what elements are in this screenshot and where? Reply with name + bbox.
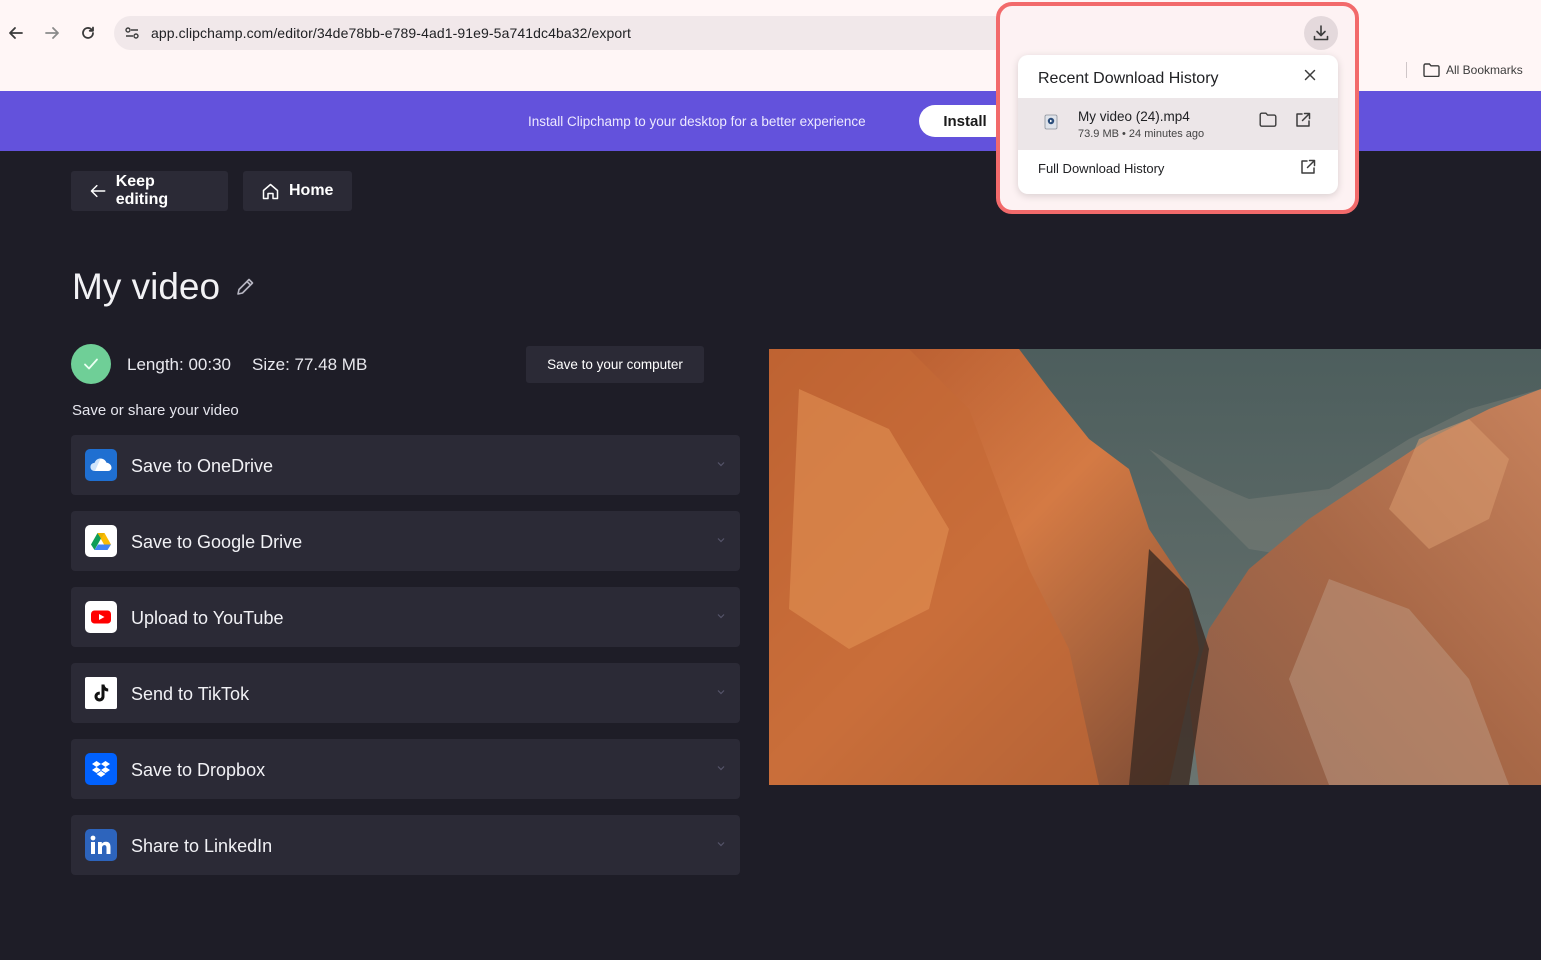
share-item-label: Send to TikTok	[131, 684, 250, 704]
chevron-down-icon	[716, 839, 726, 849]
install-banner-message: Install Clipchamp to your desktop for a …	[528, 114, 866, 129]
share-item-label: Save to Google Drive	[131, 532, 303, 552]
keep-editing-button[interactable]: Keep editing	[71, 171, 228, 211]
close-icon	[1304, 69, 1316, 81]
url-text[interactable]: app.clipchamp.com/editor/34de78bb-e789-4…	[151, 25, 631, 41]
arrow-right-icon	[45, 27, 59, 39]
chevron-down-icon	[716, 687, 726, 697]
video-title: My video	[72, 266, 221, 307]
show-in-folder-button[interactable]	[1259, 112, 1277, 127]
youtube-icon	[85, 601, 117, 633]
close-popup-button[interactable]	[1304, 69, 1316, 81]
share-item-dropbox[interactable]: Save to Dropbox	[71, 739, 740, 799]
share-item-label: Save to OneDrive	[131, 456, 274, 476]
popup-title: Recent Download History	[1038, 70, 1219, 87]
share-item-linkedin[interactable]: Share to LinkedIn	[71, 815, 740, 875]
keep-editing-label: Keep editing	[115, 173, 169, 208]
folder-icon	[1423, 63, 1440, 77]
pencil-icon	[237, 278, 254, 295]
share-section-label: Save or share your video	[72, 402, 239, 419]
back-button[interactable]	[5, 22, 27, 44]
dropbox-icon	[85, 753, 117, 785]
home-label: Home	[289, 182, 334, 199]
forward-button[interactable]	[41, 22, 63, 44]
share-item-onedrive[interactable]: Save to OneDrive	[71, 435, 740, 495]
reload-icon	[82, 26, 94, 39]
onedrive-icon	[85, 449, 117, 481]
site-settings-icon[interactable]	[124, 25, 140, 46]
download-file-name: My video (24).mp4	[1078, 109, 1190, 124]
share-item-google-drive[interactable]: Save to Google Drive	[71, 511, 740, 571]
share-options-list: Save to OneDrive Save to Google Drive Up…	[71, 435, 740, 891]
folder-icon	[1259, 112, 1277, 127]
full-download-history-link[interactable]: Full Download History	[1038, 161, 1164, 176]
open-external-icon	[1296, 112, 1311, 127]
bookmarks-divider	[1406, 62, 1407, 78]
chevron-down-icon	[716, 535, 726, 545]
google-drive-icon	[85, 525, 117, 557]
share-item-label: Upload to YouTube	[131, 608, 284, 628]
arrow-left-icon	[9, 27, 23, 39]
bookmarks-bar: All Bookmarks	[1406, 60, 1523, 80]
download-icon	[1313, 25, 1329, 41]
open-external-icon[interactable]	[1300, 159, 1316, 175]
chevron-down-icon	[716, 763, 726, 773]
share-item-label: Share to LinkedIn	[131, 836, 273, 856]
home-button[interactable]: Home	[243, 171, 352, 211]
download-file-meta: 73.9 MB • 24 minutes ago	[1078, 128, 1205, 140]
chevron-down-icon	[716, 611, 726, 621]
all-bookmarks-link[interactable]: All Bookmarks	[1446, 63, 1523, 77]
video-preview[interactable]	[769, 349, 1541, 785]
save-to-computer-button[interactable]: Save to your computer	[526, 346, 704, 383]
download-history-popup: Recent Download History My video (24).mp…	[1018, 55, 1338, 194]
video-size: Size: 77.48 MB	[252, 355, 368, 374]
home-icon	[262, 183, 279, 199]
video-thumbnail	[769, 349, 1541, 785]
share-item-youtube[interactable]: Upload to YouTube	[71, 587, 740, 647]
export-complete-badge	[71, 344, 111, 384]
edit-title-button[interactable]	[234, 276, 256, 298]
share-item-tiktok[interactable]: Send to TikTok	[71, 663, 740, 723]
arrow-left-icon	[90, 184, 106, 198]
open-file-button[interactable]	[1295, 112, 1311, 128]
video-length: Length: 00:30	[127, 355, 231, 374]
checkmark-icon	[84, 358, 98, 370]
linkedin-icon	[85, 829, 117, 861]
file-type-icon	[1044, 114, 1058, 135]
chevron-down-icon	[716, 459, 726, 469]
video-title-row: My video	[72, 266, 256, 308]
share-item-label: Save to Dropbox	[131, 760, 266, 780]
downloads-button[interactable]	[1304, 16, 1338, 50]
download-item[interactable]: My video (24).mp4 73.9 MB • 24 minutes a…	[1018, 98, 1338, 150]
tiktok-icon	[85, 677, 117, 709]
reload-button[interactable]	[77, 22, 99, 44]
